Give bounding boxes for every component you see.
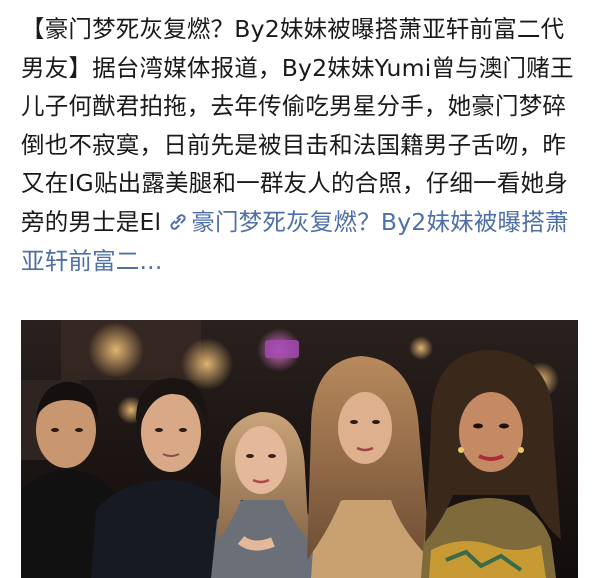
weibo-post: 【豪门梦死灰复燃？By2妹妹被曝搭萧亚轩前富二代男友】据台湾媒体报道，By2妹妹… <box>0 0 599 578</box>
post-text: 【豪门梦死灰复燃？By2妹妹被曝搭萧亚轩前富二代男友】据台湾媒体报道，By2妹妹… <box>21 15 574 236</box>
post-photo[interactable] <box>21 320 578 578</box>
post-body: 【豪门梦死灰复燃？By2妹妹被曝搭萧亚轩前富二代男友】据台湾媒体报道，By2妹妹… <box>21 10 586 280</box>
photo-group-image <box>21 320 578 578</box>
link-icon <box>170 214 186 230</box>
